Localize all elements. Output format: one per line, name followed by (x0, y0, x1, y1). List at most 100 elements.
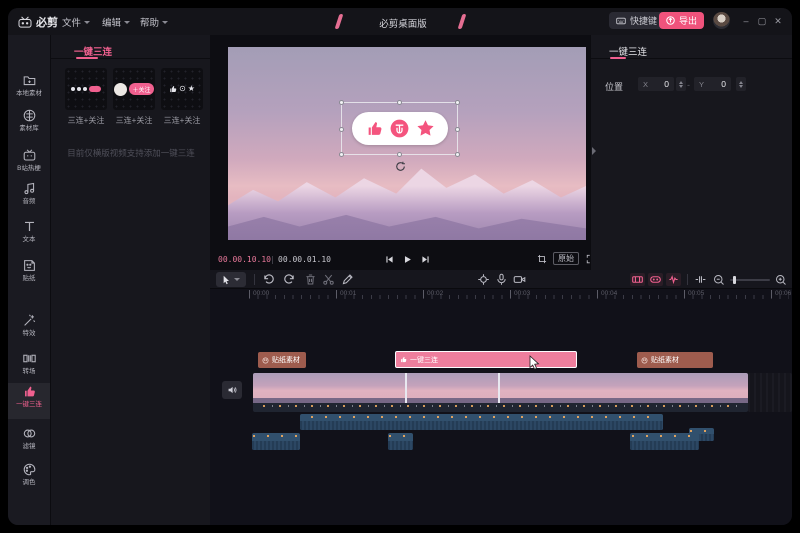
crop-icon (537, 254, 547, 264)
ruler-label: 00:04 (597, 290, 617, 298)
stepper-down-icon[interactable] (679, 85, 683, 88)
select-tool-button[interactable] (216, 272, 246, 287)
track-mute-button[interactable] (222, 381, 242, 399)
shortcut-key-button[interactable]: 快捷键 (609, 12, 664, 29)
prev-frame-button[interactable] (382, 252, 396, 266)
sidebar-item-transitions[interactable]: 转场 (8, 350, 50, 386)
sidebar-item-audio[interactable]: 音频 (8, 180, 50, 216)
divider (51, 58, 211, 59)
position-y-field[interactable]: Y 0 (694, 77, 731, 91)
avatar-circle-icon (114, 83, 127, 96)
resize-handle-w[interactable] (339, 127, 344, 132)
inspector-tab[interactable]: 一键三连 (609, 44, 647, 58)
resize-handle-ne[interactable] (455, 100, 460, 105)
library-grid-icon (23, 109, 36, 122)
audio-clip-b1[interactable] (252, 433, 300, 450)
track-focus-button[interactable] (477, 273, 490, 286)
sidebar-item-one-key-triple[interactable]: 一键三连 (8, 383, 50, 419)
sticker-clip-2[interactable]: 贴纸素材 (637, 352, 713, 368)
maximize-button[interactable]: ▢ (756, 16, 768, 26)
video-preview[interactable] (228, 47, 586, 240)
menu-edit[interactable]: 编辑 (102, 15, 130, 29)
stepper-up-icon[interactable] (679, 81, 683, 84)
export-button[interactable]: 导出 (659, 12, 704, 29)
sidebar-item-sticker[interactable]: 贴纸 (8, 257, 50, 293)
crop-button[interactable] (535, 252, 549, 266)
trash-icon (304, 273, 317, 286)
audio-clip-b2[interactable] (388, 433, 413, 450)
sidebar-item-local-media[interactable]: 本地素材 (8, 72, 50, 108)
position-x-stepper[interactable] (676, 77, 686, 91)
card-label: 三连+关注 (113, 115, 155, 126)
timeline-zoom-slider[interactable] (730, 279, 770, 281)
audio-clip-b3[interactable] (630, 433, 699, 450)
track-height-button[interactable] (694, 273, 707, 286)
menu-file[interactable]: 文件 (62, 15, 90, 29)
asset-panel-tab[interactable]: 一键三连 (74, 44, 112, 58)
tab-underline (76, 57, 98, 59)
video-thumbnail (294, 373, 335, 403)
resize-handle-nw[interactable] (339, 100, 344, 105)
stepper-down-icon[interactable] (739, 85, 743, 88)
timeline-ruler[interactable]: 00:00 00:01 00:02 00:03 00:04 00:05 00:0… (210, 289, 792, 300)
zoom-in-button[interactable] (775, 273, 788, 286)
template-card-triple-follow-3[interactable]: ⊙ ★ (161, 68, 203, 110)
selection-box[interactable] (341, 102, 458, 155)
next-frame-button[interactable] (418, 252, 432, 266)
marker-button[interactable] (341, 273, 354, 286)
cut-button[interactable] (322, 273, 335, 286)
template-card-triple-follow-2[interactable]: ＋关注 (113, 68, 155, 110)
video-thumbnail (707, 373, 748, 403)
resize-handle-s[interactable] (397, 152, 402, 157)
position-x-field[interactable]: X 0 (638, 77, 674, 91)
sidebar-item-text[interactable]: 文本 (8, 218, 50, 254)
cursor-icon (222, 275, 231, 285)
sidebar-item-b-site-memes[interactable]: B站热梗 (8, 147, 50, 183)
stepper-up-icon[interactable] (739, 81, 743, 84)
zoom-out-button[interactable] (713, 273, 726, 286)
play-button[interactable] (400, 252, 414, 266)
delete-button[interactable] (304, 273, 317, 286)
avatar[interactable] (713, 12, 730, 29)
keyboard-icon (616, 17, 626, 25)
minimize-button[interactable]: – (740, 16, 752, 26)
sticker-icon (641, 357, 648, 364)
prev-frame-icon (385, 255, 394, 264)
menu-help[interactable]: 帮助 (140, 15, 168, 29)
one-key-triple-clip[interactable]: 一键三连 (395, 351, 577, 368)
filter-icon (23, 427, 36, 440)
main-track-magnet-toggle[interactable] (630, 273, 645, 286)
record-voice-button[interactable] (495, 273, 508, 286)
audio-clip-long[interactable] (300, 414, 663, 430)
original-size-button[interactable]: 原始 (553, 252, 579, 265)
resize-handle-e[interactable] (455, 127, 460, 132)
track-link-toggle[interactable] (648, 273, 663, 286)
video-track-clip[interactable] (253, 373, 748, 412)
undo-button[interactable] (262, 273, 275, 286)
ruler-label: 00:02 (423, 290, 443, 298)
template-card-triple-follow-1[interactable] (65, 68, 107, 110)
video-audio-waveform (253, 403, 748, 412)
zoom-slider-handle[interactable] (733, 276, 736, 284)
mouse-cursor (529, 355, 541, 371)
close-button[interactable]: ✕ (772, 16, 784, 26)
thumb-up-icon (400, 356, 407, 363)
audio-wave-toggle[interactable] (666, 273, 681, 286)
panel-collapse-arrow[interactable] (592, 147, 596, 155)
sticker-clip-1[interactable]: 贴纸素材 (258, 352, 306, 368)
redo-button[interactable] (283, 273, 296, 286)
sidebar-item-filters[interactable]: 滤镜 (8, 425, 50, 461)
resize-handle-sw[interactable] (339, 152, 344, 157)
resize-handle-se[interactable] (455, 152, 460, 157)
sidebar-item-color-grading[interactable]: 调色 (8, 461, 50, 497)
sidebar-item-material-library[interactable]: 素材库 (8, 107, 50, 143)
ruler-label: 00:01 (336, 290, 356, 298)
record-screen-button[interactable] (513, 273, 526, 286)
rotate-handle[interactable] (395, 159, 406, 170)
position-y-stepper[interactable] (736, 77, 746, 91)
video-thumbnail (377, 373, 418, 403)
sidebar: 本地素材 素材库 B站热梗 音频 文本 贴纸 特效 转场 (8, 35, 50, 525)
resize-handle-n[interactable] (397, 100, 402, 105)
sidebar-item-effects[interactable]: 特效 (8, 312, 50, 348)
video-thumbnail (542, 373, 583, 403)
